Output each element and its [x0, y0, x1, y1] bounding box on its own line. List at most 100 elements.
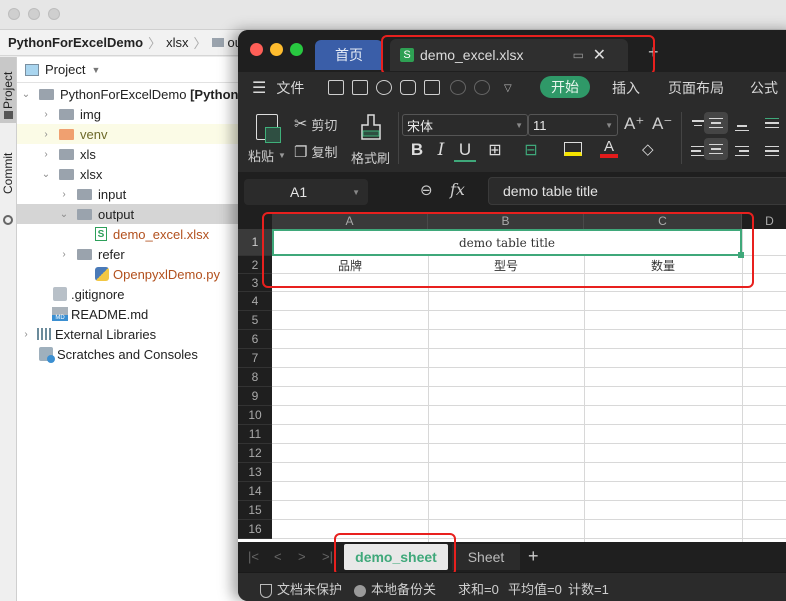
row-header-4[interactable]: 4 [238, 292, 272, 311]
add-sheet-button[interactable]: + [528, 546, 539, 567]
row-header-12[interactable]: 12 [238, 444, 272, 463]
chevron-right-icon[interactable]: › [19, 329, 33, 340]
menu-insert[interactable]: 插入 [612, 72, 640, 104]
prev-sheet-icon[interactable]: < [274, 549, 282, 564]
align-right-button[interactable] [730, 140, 754, 162]
row-header-10[interactable]: 10 [238, 406, 272, 425]
format-painter-button[interactable]: 格式刷 [351, 148, 390, 167]
align-middle-button[interactable] [704, 112, 728, 134]
cell-reference-box[interactable]: A1 ▼ [244, 179, 368, 205]
window-minimize-button[interactable] [28, 8, 40, 20]
hamburger-icon: ☰ [252, 80, 267, 97]
window-zoom-button[interactable] [48, 8, 60, 20]
menu-start[interactable]: 开始 [540, 76, 590, 98]
backup-status[interactable]: 本地备份关 [354, 579, 436, 598]
column-header-c[interactable]: C [584, 212, 742, 229]
wps-close-button[interactable] [250, 43, 263, 56]
cut-button[interactable]: ✂ 剪切 [294, 114, 337, 134]
spreadsheet-grid[interactable]: A B C D 1 2 3 4 5 6 7 8 9 10 11 12 13 14 15 16 demo tab… [238, 212, 786, 542]
wps-zoom-button[interactable] [290, 43, 303, 56]
commit-tool-tab[interactable]: Commit [0, 133, 16, 213]
zoom-formula-icon[interactable]: ⊖ [420, 181, 433, 199]
row-header-11[interactable]: 11 [238, 425, 272, 444]
font-name-select[interactable]: 宋体 ▼ [402, 114, 528, 136]
column-header-d[interactable]: D [742, 212, 786, 229]
justify-button[interactable] [760, 140, 784, 162]
cell-c2[interactable]: 数量 [584, 256, 742, 274]
tab-document[interactable]: S demo_excel.xlsx ▭ ✕ [390, 39, 628, 71]
breadcrumb-project[interactable]: PythonForExcelDemo [8, 35, 143, 50]
paste-icon[interactable] [256, 114, 281, 143]
indent-button[interactable] [760, 112, 784, 134]
row-header-6[interactable]: 6 [238, 330, 272, 349]
fill-handle[interactable] [738, 252, 744, 258]
bold-button[interactable]: B [406, 140, 428, 160]
row-header-8[interactable]: 8 [238, 368, 272, 387]
export-icon[interactable] [376, 80, 392, 95]
chevron-down-icon[interactable]: ⌄ [39, 169, 53, 180]
column-header-a[interactable]: A [272, 212, 428, 229]
paste-button[interactable]: 粘贴 ▼ [248, 146, 286, 165]
borders-button[interactable]: ⊞ [484, 140, 506, 160]
chevron-right-icon[interactable]: › [39, 109, 53, 120]
align-center-button[interactable] [704, 138, 728, 160]
row-header-2[interactable]: 2 [238, 256, 272, 274]
row-header-14[interactable]: 14 [238, 482, 272, 501]
monitor-icon[interactable]: ▭ [573, 48, 584, 62]
font-increase-button[interactable]: A⁺ [624, 114, 644, 134]
row-header-1[interactable]: 1 [238, 229, 272, 256]
chevron-down-icon[interactable]: ⌄ [57, 209, 71, 220]
function-icon[interactable]: fx [450, 180, 465, 199]
align-bottom-button[interactable] [730, 112, 754, 134]
row-header-7[interactable]: 7 [238, 349, 272, 368]
chevron-down-icon[interactable]: ⌄ [19, 89, 33, 100]
new-tab-button[interactable]: + [648, 42, 659, 63]
first-sheet-icon[interactable]: |< [248, 549, 259, 564]
formula-input[interactable]: demo table title [488, 177, 786, 205]
sheet-tab-demo-sheet[interactable]: demo_sheet [344, 544, 448, 570]
copy-button[interactable]: ❐ 复制 [294, 142, 337, 161]
breadcrumb-xlsx[interactable]: xlsx [166, 35, 188, 50]
row-header-5[interactable]: 5 [238, 311, 272, 330]
tab-home[interactable]: 首页 [315, 40, 383, 70]
highlight-color-button[interactable] [564, 142, 582, 156]
sheet-tab-sheet[interactable]: Sheet [452, 544, 520, 570]
format-painter-icon[interactable] [360, 114, 382, 142]
open-icon[interactable] [328, 80, 344, 95]
font-color-button[interactable]: A [600, 139, 618, 158]
save-icon[interactable] [352, 80, 368, 95]
window-close-button[interactable] [8, 8, 20, 20]
row-header-9[interactable]: 9 [238, 387, 272, 406]
quick-access-dropdown-icon[interactable]: ▽ [504, 72, 512, 104]
close-icon[interactable]: ✕ [593, 45, 606, 65]
last-sheet-icon[interactable]: >| [322, 549, 333, 564]
row-header-15[interactable]: 15 [238, 501, 272, 520]
cell-b2[interactable]: 型号 [428, 256, 584, 274]
underline-button[interactable]: U [454, 140, 476, 162]
next-sheet-icon[interactable]: > [298, 549, 306, 564]
cell-a2[interactable]: 品牌 [272, 256, 428, 274]
undo-icon[interactable] [450, 80, 466, 95]
row-header-13[interactable]: 13 [238, 463, 272, 482]
menu-page-layout[interactable]: 页面布局 [668, 72, 724, 104]
font-size-select[interactable]: 11 ▼ [528, 114, 618, 136]
wps-minimize-button[interactable] [270, 43, 283, 56]
print-preview-icon[interactable] [424, 80, 440, 95]
menu-formula[interactable]: 公式 [750, 72, 778, 104]
row-header-16[interactable]: 16 [238, 520, 272, 539]
clear-format-icon[interactable]: ◇ [642, 140, 654, 158]
chevron-right-icon[interactable]: › [57, 249, 71, 260]
italic-button[interactable]: I [430, 140, 452, 160]
redo-icon[interactable] [474, 80, 490, 95]
column-header-b[interactable]: B [428, 212, 584, 229]
chevron-right-icon[interactable]: › [39, 149, 53, 160]
cell-style-button[interactable]: ⊟ [520, 140, 542, 160]
font-decrease-button[interactable]: A⁻ [652, 114, 672, 134]
menu-file[interactable]: ☰ 文件 [252, 72, 304, 104]
print-icon[interactable] [400, 80, 416, 95]
protection-status[interactable]: 文档未保护 [260, 579, 342, 598]
select-all-corner[interactable] [238, 212, 272, 229]
row-header-3[interactable]: 3 [238, 274, 272, 292]
chevron-right-icon[interactable]: › [39, 129, 53, 140]
chevron-right-icon[interactable]: › [57, 189, 71, 200]
